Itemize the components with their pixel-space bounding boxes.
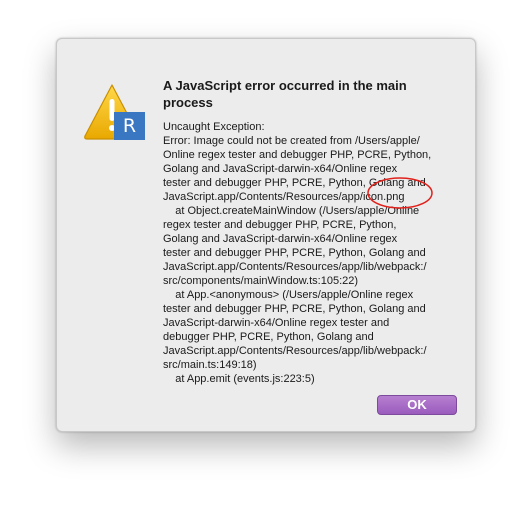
error-message-line: Golang and JavaScript-darwin-x64/Online … [163,233,398,245]
dialog-title: A JavaScript error occurred in the main … [163,78,407,110]
error-message-line: Golang and JavaScript-darwin-x64/Online … [163,163,398,175]
dialog-titlebar[interactable] [57,39,475,61]
error-message-line: Online regex tester and debugger PHP, PC… [163,149,432,161]
error-message-line: tester and debugger PHP, PCRE, Python, G… [163,303,426,315]
error-message-line: JavaScript.app/Contents/Resources/app/li… [163,261,427,273]
error-message-line: src/main.ts:149:18) [163,359,257,371]
error-message-line: regex tester and debugger PHP, PCRE, Pyt… [163,219,397,231]
red-circle-annotation [367,177,433,209]
error-message-line: JavaScript-darwin-x64/Online regex teste… [163,317,390,329]
error-message-line: JavaScript.app/Contents/Resources/app/li… [163,345,427,357]
error-message: Uncaught Exception: Error: Image could no… [163,120,463,386]
app-badge-icon: R [114,112,145,140]
error-message-line: tester and debugger PHP, PCRE, Python, G… [163,247,426,259]
error-message-line: at App.<anonymous> (/Users/apple/Online … [163,289,414,301]
error-message-line: src/components/mainWindow.ts:105:22) [163,275,359,287]
error-message-line: at App.emit (events.js:223:5) [163,373,315,385]
error-message-line: debugger PHP, PCRE, Python, Golang and [163,331,374,343]
error-message-line: Error: Image could not be created from /… [163,135,420,147]
error-message-line: Uncaught Exception: [163,121,265,133]
error-dialog: R A JavaScript error occurred in the mai… [56,38,476,432]
ok-button[interactable]: OK [377,395,457,415]
